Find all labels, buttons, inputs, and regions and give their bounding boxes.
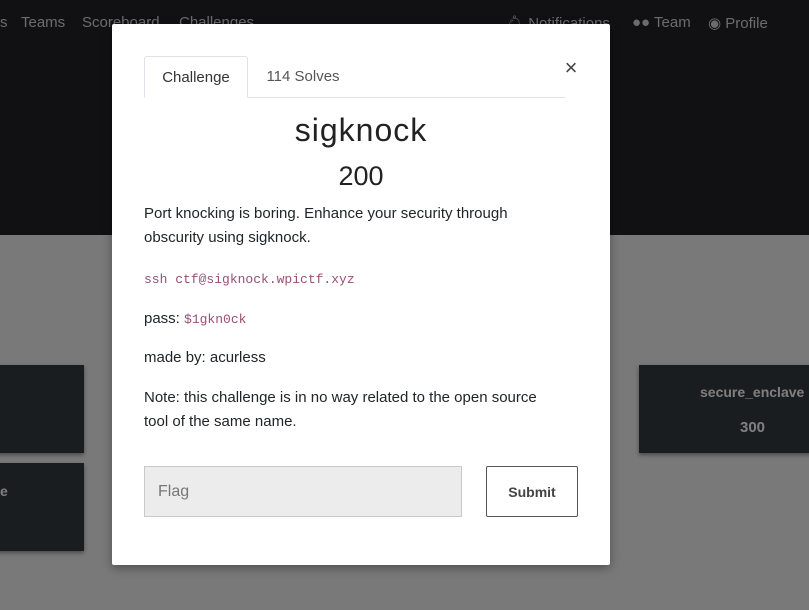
tab-challenge[interactable]: Challenge (144, 56, 248, 98)
password-line: pass: $1gkn0ck (144, 307, 564, 332)
close-icon[interactable]: × (561, 56, 581, 80)
challenge-note: Note: this challenge is in no way relate… (144, 389, 537, 430)
modal-tabs: Challenge 114 Solves (144, 56, 565, 98)
challenge-title: sigknock (294, 112, 428, 148)
password-value: $1gkn0ck (184, 312, 247, 327)
tab-solves[interactable]: 114 Solves (248, 56, 358, 97)
ssh-command: ssh ctf@sigknock.wpictf.xyz (144, 267, 564, 292)
challenge-points: 200 (338, 161, 384, 191)
flag-input[interactable] (144, 466, 462, 517)
ssh-command-code: ssh ctf@sigknock.wpictf.xyz (144, 272, 355, 287)
challenge-modal: Challenge 114 Solves × sigknock 200 Port… (112, 24, 610, 565)
author-line: made by: acurless (144, 349, 266, 366)
password-label: pass: (144, 310, 185, 327)
submit-button[interactable]: Submit (486, 466, 578, 517)
challenge-description: Port knocking is boring. Enhance your se… (144, 205, 508, 246)
